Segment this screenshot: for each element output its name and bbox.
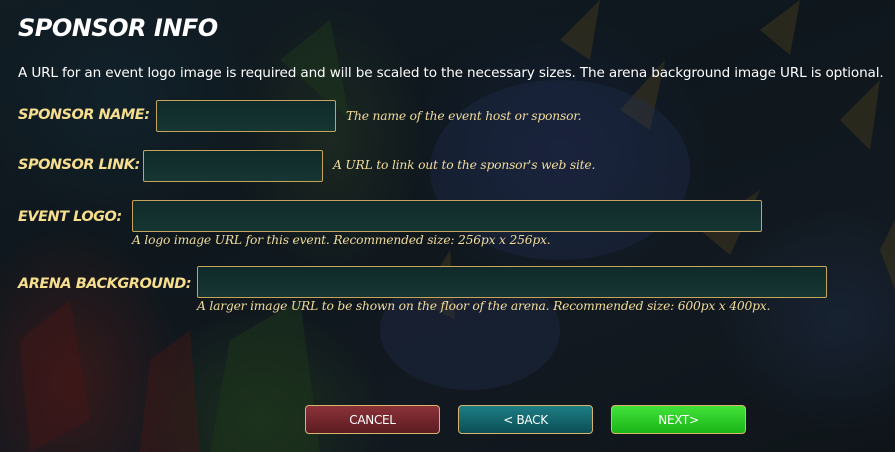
arena-background-input[interactable]	[197, 266, 827, 298]
page-description: A URL for an event logo image is require…	[18, 65, 884, 81]
sponsor-name-hint: The name of the event host or sponsor.	[346, 109, 582, 123]
arena-background-hint: A larger image URL to be shown on the fl…	[197, 299, 771, 313]
event-logo-label: EVENT LOGO:	[18, 209, 122, 225]
back-button[interactable]: < BACK	[458, 405, 593, 434]
page-title: SPONSOR INFO	[18, 14, 218, 42]
arena-background-label: ARENA BACKGROUND:	[18, 276, 192, 292]
sponsor-info-form: SPONSOR INFO A URL for an event logo ima…	[0, 0, 895, 452]
sponsor-link-hint: A URL to link out to the sponsor's web s…	[333, 158, 596, 172]
sponsor-name-label: SPONSOR NAME:	[18, 107, 150, 123]
next-button[interactable]: NEXT>	[611, 405, 746, 434]
sponsor-link-label: SPONSOR LINK:	[18, 157, 140, 173]
event-logo-input[interactable]	[132, 200, 762, 232]
sponsor-name-input[interactable]	[156, 100, 336, 132]
sponsor-link-input[interactable]	[143, 150, 323, 182]
cancel-button[interactable]: CANCEL	[305, 405, 440, 434]
event-logo-hint: A logo image URL for this event. Recomme…	[132, 233, 551, 247]
